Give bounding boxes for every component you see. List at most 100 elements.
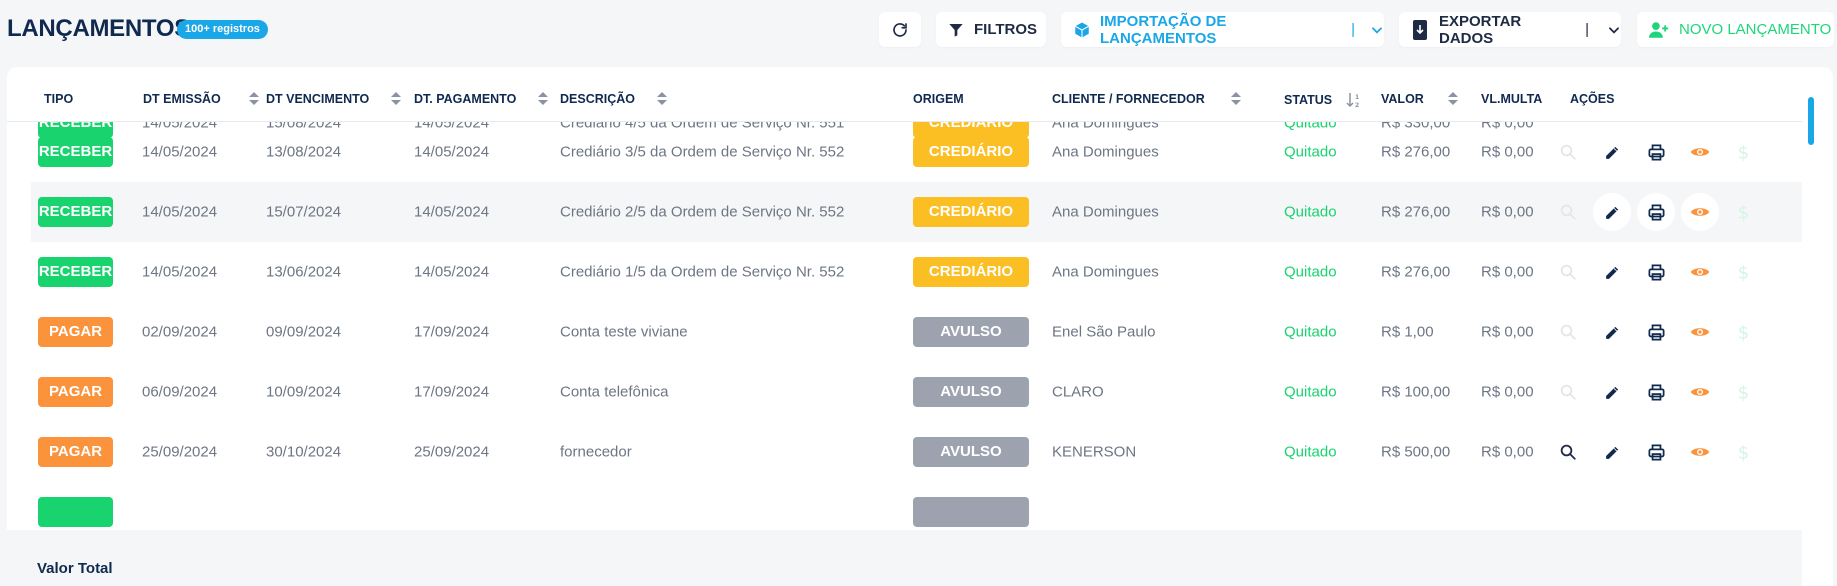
eye-icon — [1690, 324, 1710, 340]
pencil-icon — [1604, 204, 1621, 221]
separator: | — [1585, 21, 1589, 38]
dollar-action-button[interactable]: $ — [1725, 253, 1763, 291]
new-entry-label: NOVO LANÇAMENTO — [1679, 21, 1832, 38]
origin-tag: CREDIÁRIO — [913, 137, 1029, 167]
table-row — [31, 482, 1802, 530]
pencil-action-button[interactable] — [1593, 253, 1631, 291]
cell-status: Quitado — [1284, 203, 1337, 221]
eye-action-button[interactable] — [1681, 433, 1719, 471]
add-user-icon — [1649, 21, 1669, 38]
cell-descricao: Crediário 3/5 da Ordem de Serviço Nr. 55… — [560, 143, 845, 161]
sort-icon[interactable] — [538, 92, 549, 106]
eye-action-button[interactable] — [1681, 313, 1719, 351]
dollar-icon: $ — [1737, 322, 1751, 342]
search-action-button[interactable] — [1549, 253, 1587, 291]
cell-descricao: Crediário 1/5 da Ordem de Serviço Nr. 55… — [560, 263, 845, 281]
dollar-action-button[interactable]: $ — [1725, 313, 1763, 351]
col-valor[interactable]: VALOR — [1381, 92, 1458, 106]
dollar-action-button[interactable]: $ — [1725, 133, 1763, 171]
svg-text:1: 1 — [1355, 94, 1359, 101]
cell-multa: R$ 0,00 — [1481, 263, 1534, 281]
col-dt-pagamento[interactable]: DT. PAGAMENTO — [414, 92, 549, 106]
pencil-action-button[interactable] — [1593, 313, 1631, 351]
pencil-action-button[interactable] — [1593, 133, 1631, 171]
svg-text:$: $ — [1738, 382, 1750, 402]
new-entry-button[interactable]: NOVO LANÇAMENTO — [1637, 12, 1834, 47]
origin-tag: CREDIÁRIO — [913, 257, 1029, 287]
entries-card: TIPO DT EMISSÃO DT VENCIMENTO DT. PAGAME… — [7, 67, 1833, 586]
vertical-scrollbar[interactable] — [1808, 97, 1814, 527]
table-header: TIPO DT EMISSÃO DT VENCIMENTO DT. PAGAME… — [7, 67, 1802, 122]
printer-action-button[interactable] — [1637, 373, 1675, 411]
search-action-button[interactable] — [1549, 133, 1587, 171]
sort-icon[interactable] — [391, 92, 402, 106]
eye-action-button[interactable] — [1681, 193, 1719, 231]
type-tag: PAGAR — [38, 437, 113, 467]
export-data-button[interactable]: EXPORTAR DADOS | — [1399, 12, 1621, 47]
pencil-action-button[interactable] — [1593, 433, 1631, 471]
col-dt-vencimento[interactable]: DT VENCIMENTO — [266, 92, 402, 106]
eye-icon — [1690, 264, 1710, 280]
cell-cliente: Ana Domingues — [1052, 203, 1159, 221]
search-action-button[interactable] — [1549, 373, 1587, 411]
table-row: PAGAR 06/09/2024 10/09/2024 17/09/2024 Conta… — [31, 362, 1802, 422]
type-tag — [38, 497, 113, 527]
cell-descricao: fornecedor — [560, 443, 632, 461]
sort-icon[interactable] — [1447, 92, 1458, 106]
col-status[interactable]: STATUS 12 — [1284, 92, 1362, 108]
printer-action-button[interactable] — [1637, 313, 1675, 351]
cell-cliente: KENERSON — [1052, 443, 1137, 461]
dollar-action-button[interactable]: $ — [1725, 193, 1763, 231]
cell-valor: R$ 1,00 — [1381, 323, 1434, 341]
svg-text:$: $ — [1738, 202, 1750, 222]
cell-valor: R$ 276,00 — [1381, 203, 1451, 221]
eye-action-button[interactable] — [1681, 253, 1719, 291]
sort-alpha-icon[interactable]: 12 — [1346, 92, 1362, 108]
pencil-action-button[interactable] — [1593, 193, 1631, 231]
search-action-button[interactable] — [1549, 313, 1587, 351]
eye-action-button[interactable] — [1681, 373, 1719, 411]
scrollbar-thumb[interactable] — [1808, 97, 1814, 145]
pencil-action-button[interactable] — [1593, 373, 1631, 411]
cell-vencimento: 15/07/2024 — [266, 203, 342, 221]
filters-button[interactable]: FILTROS — [936, 12, 1046, 47]
eye-action-button[interactable] — [1681, 133, 1719, 171]
cell-multa: R$ 0,00 — [1481, 143, 1534, 161]
filters-label: FILTROS — [974, 21, 1038, 38]
eye-icon — [1690, 384, 1710, 400]
dollar-action-button[interactable]: $ — [1725, 373, 1763, 411]
printer-action-button[interactable] — [1637, 193, 1675, 231]
printer-action-button[interactable] — [1637, 433, 1675, 471]
printer-action-button[interactable] — [1637, 253, 1675, 291]
cell-pagamento: 25/09/2024 — [414, 443, 490, 461]
sort-icon[interactable] — [657, 92, 668, 106]
sort-icon[interactable] — [248, 92, 259, 106]
refresh-button[interactable] — [879, 12, 921, 47]
col-dt-emissao[interactable]: DT EMISSÃO — [143, 92, 259, 106]
col-cliente[interactable]: CLIENTE / FORNECEDOR — [1052, 92, 1241, 106]
origin-tag: AVULSO — [913, 437, 1029, 467]
filter-icon — [949, 23, 963, 37]
page-title: LANÇAMENTOS — [7, 15, 190, 42]
table-body: RECEBER 14/05/2024 15/08/2024 14/05/2024… — [7, 122, 1802, 530]
cell-descricao: Conta telefônica — [560, 383, 669, 401]
search-action-button[interactable] — [1549, 433, 1587, 471]
col-descricao[interactable]: DESCRIÇÃO — [560, 92, 668, 106]
import-entries-button[interactable]: IMPORTAÇÃO DE LANÇAMENTOS | — [1061, 12, 1384, 47]
cell-multa: R$ 0,00 — [1481, 323, 1534, 341]
cell-valor: R$ 100,00 — [1381, 383, 1451, 401]
printer-action-button[interactable] — [1637, 133, 1675, 171]
chevron-down-icon — [1609, 26, 1619, 34]
export-file-icon — [1413, 19, 1427, 40]
cell-multa: R$ 0,00 — [1481, 383, 1534, 401]
printer-icon — [1647, 263, 1666, 282]
sort-icon[interactable] — [1230, 92, 1241, 106]
dollar-action-button[interactable]: $ — [1725, 433, 1763, 471]
pencil-icon — [1604, 324, 1621, 341]
search-icon — [1559, 383, 1577, 401]
col-vl-multa: VL.MULTA — [1481, 92, 1543, 106]
cell-status: Quitado — [1284, 323, 1337, 341]
cell-descricao: Crediário 2/5 da Ordem de Serviço Nr. 55… — [560, 203, 845, 221]
search-action-button[interactable] — [1549, 193, 1587, 231]
cell-vencimento: 10/09/2024 — [266, 383, 342, 401]
